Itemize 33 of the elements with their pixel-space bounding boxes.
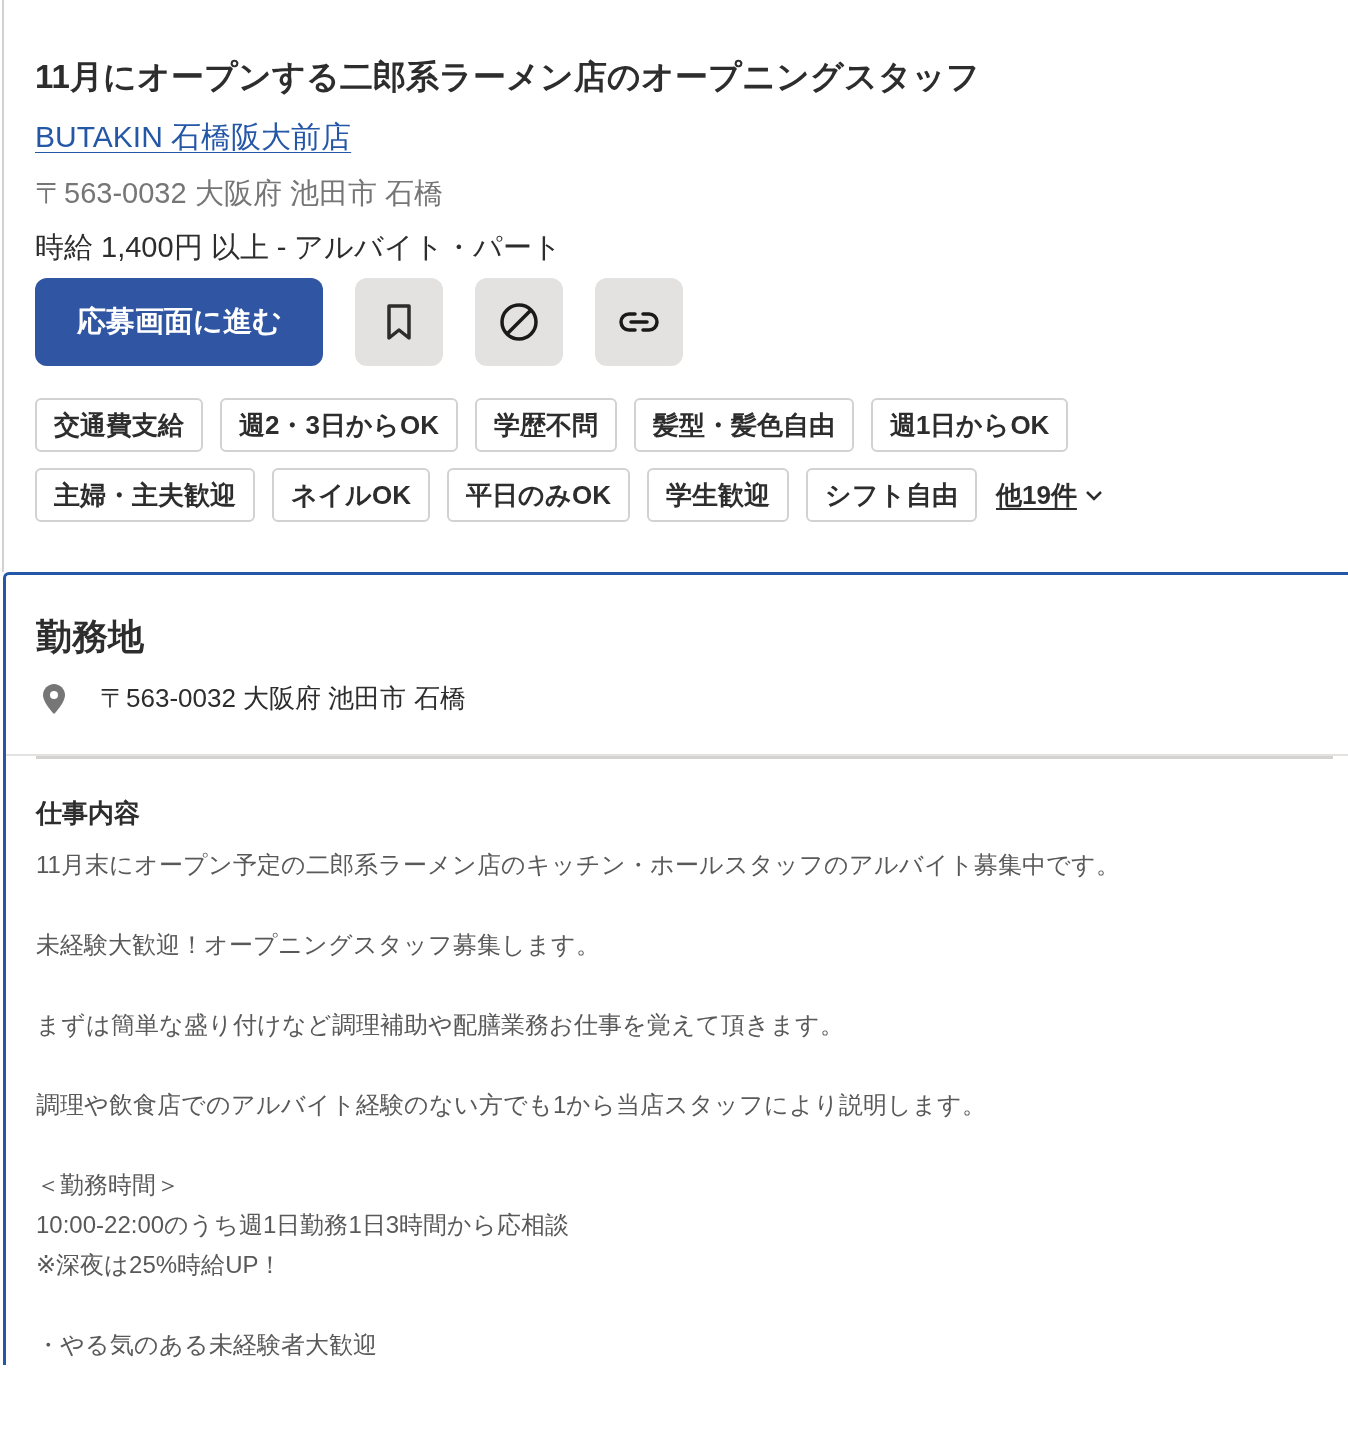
apply-button[interactable]: 応募画面に進む [35, 278, 323, 366]
tag-chip: 週1日からOK [870, 398, 1069, 452]
section-heading: 仕事内容 [36, 797, 141, 830]
section-heading: 勤務地 [36, 615, 145, 659]
tag-chip: 髪型・髪色自由 [633, 398, 854, 452]
tag-chip: 学生歓迎 [647, 468, 789, 522]
block-button[interactable] [475, 278, 563, 366]
tag-chip: 主婦・主夫歓迎 [35, 468, 255, 522]
location-address: 〒563-0032 大阪府 池田市 石橋 [100, 682, 466, 715]
tag-chip: 学歴不問 [474, 398, 617, 452]
chevron-icon [1084, 488, 1103, 502]
description-text: ＜勤務時間＞ [36, 1170, 181, 1200]
tag-chip: 週2・3日からOK [220, 398, 458, 452]
job-address: 〒563-0032 大阪府 池田市 石橋 [35, 176, 444, 211]
salary-text: 時給 1,400円 以上 - アルバイト・パート [35, 230, 564, 265]
description-text: 調理や飲食店でのアルバイト経験のない方でも1から当店スタッフにより説明します。 [36, 1090, 988, 1120]
description-text: ・やる気のある未経験者大歓迎 [36, 1330, 378, 1360]
block-icon [499, 302, 539, 342]
link-button[interactable] [595, 278, 683, 366]
job-title: 11月にオープンする二郎系ラーメン店のオープニングスタッフ [35, 57, 981, 97]
tag-chip: 平日のみOK [447, 468, 630, 522]
tag-chip: シフト自由 [806, 468, 977, 522]
location-pin-icon [42, 682, 66, 715]
company-link[interactable]: BUTAKIN 石橋阪大前店 [35, 116, 352, 158]
tag-chip: 交通費支給 [35, 398, 203, 452]
description-text: 11月末にオープン予定の二郎系ラーメン店のキッチン・ホールスタッフのアルバイト募集中です。 [36, 850, 1121, 880]
bookmark-button[interactable] [355, 278, 443, 366]
more-tags-link[interactable]: 他19件 [996, 477, 1103, 513]
description-text: 未経験大歓迎！オープニングスタッフ募集します。 [36, 930, 601, 960]
description-text: 10:00-22:00のうち週1日勤務1日3時間から応相談 [36, 1210, 571, 1240]
description-text: ※深夜は25%時給UP！ [36, 1250, 284, 1280]
tag-chip: ネイルOK [272, 468, 430, 522]
description-text: まずは簡単な盛り付けなど調理補助や配膳業務お仕事を覚えて頂きます。 [36, 1010, 845, 1040]
